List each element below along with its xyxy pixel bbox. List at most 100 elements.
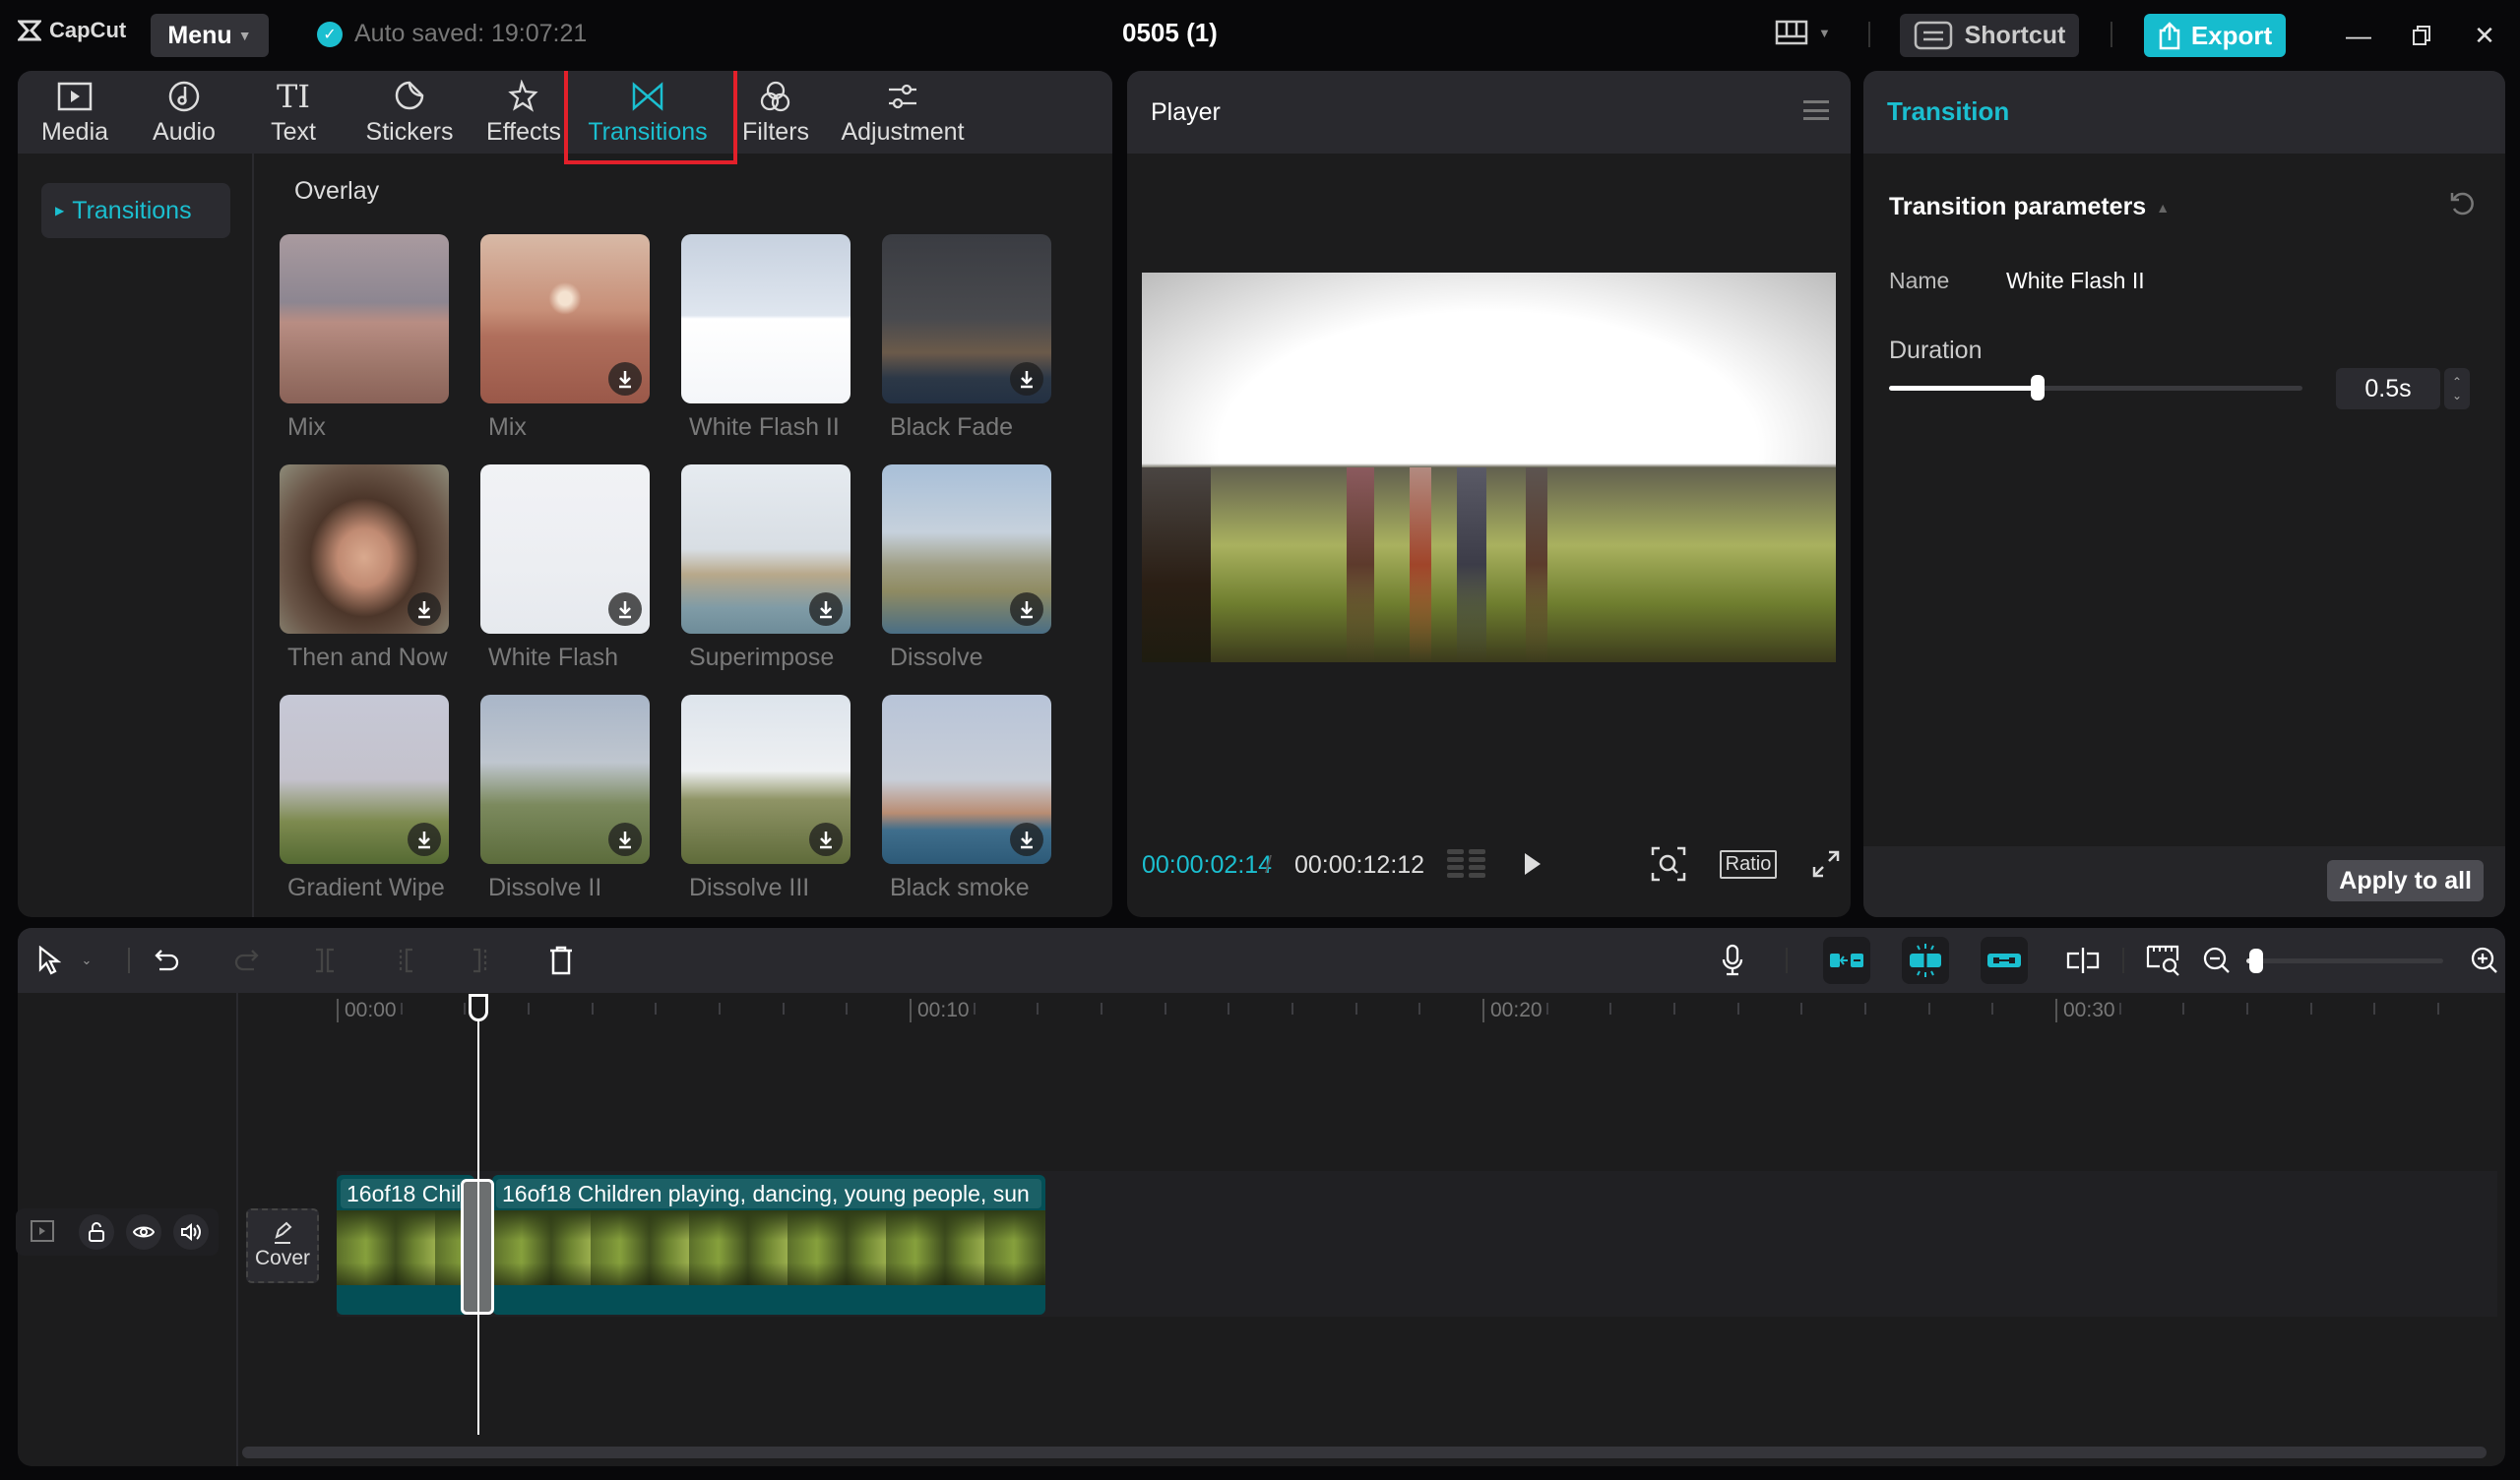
waveform-meter-icon [1447, 849, 1485, 878]
cover-button[interactable]: Cover [246, 1208, 319, 1283]
transition-card-then-and-now[interactable] [280, 464, 449, 634]
fullscreen-button[interactable] [1806, 844, 1846, 884]
track-type-button[interactable] [30, 1218, 55, 1244]
redo-button[interactable] [226, 941, 266, 980]
timeline-horizontal-scrollbar[interactable] [242, 1447, 2487, 1458]
layout-button[interactable]: ▼ [1775, 20, 1831, 45]
delete-button[interactable] [541, 941, 581, 980]
player-menu-button[interactable] [1803, 100, 1829, 120]
zoom-to-fit-button[interactable] [2144, 941, 2183, 980]
transition-card-black-smoke[interactable] [882, 695, 1051, 864]
trim-left-button[interactable] [384, 941, 423, 980]
duration-slider-handle[interactable] [2031, 375, 2046, 401]
transition-card-dissolve-iii[interactable] [681, 695, 850, 864]
close-button[interactable]: ✕ [2465, 16, 2504, 55]
auto-snap-toggle[interactable] [1902, 937, 1949, 984]
shortcut-button[interactable]: Shortcut [1900, 14, 2079, 57]
menu-button[interactable]: Menu ▼ [151, 14, 269, 57]
download-button[interactable] [408, 592, 441, 626]
download-button[interactable] [1010, 362, 1043, 396]
clip-filmstrip [337, 1210, 474, 1285]
trim-left-icon [399, 948, 412, 973]
download-button[interactable] [1010, 592, 1043, 626]
video-clip[interactable]: 16of18 Children playing, dancing, young … [492, 1175, 1045, 1315]
video-clip[interactable]: 16of18 Children playing, dancing, young … [337, 1175, 474, 1315]
tab-text[interactable]: TI Text [254, 71, 333, 154]
playhead-line[interactable] [477, 1002, 479, 1435]
transition-card-white-flash-ii[interactable] [681, 234, 850, 403]
download-button[interactable] [1010, 823, 1043, 856]
preview-streak [1526, 467, 1547, 662]
ratio-button[interactable]: Ratio [1714, 844, 1783, 884]
select-tool-dropdown[interactable]: ⌄ [75, 941, 98, 980]
ruler-tick [1736, 1003, 1739, 1015]
download-button[interactable] [608, 362, 642, 396]
tab-stickers[interactable]: Stickers [358, 71, 461, 154]
sidebar-item-transitions[interactable]: ▶ Transitions [41, 183, 230, 238]
transition-card-superimpose[interactable] [681, 464, 850, 634]
transition-card-gradient-wipe[interactable] [280, 695, 449, 864]
properties-tab-transition[interactable]: Transition [1887, 96, 2009, 127]
download-button[interactable] [608, 592, 642, 626]
tab-label: Stickers [365, 117, 454, 146]
minimize-button[interactable]: — [2339, 16, 2378, 55]
tab-label: Audio [153, 117, 216, 146]
download-button[interactable] [809, 592, 843, 626]
video-preview[interactable] [1142, 273, 1836, 662]
transition-card-dissolve[interactable] [882, 464, 1051, 634]
transition-card-mix[interactable] [280, 234, 449, 403]
reset-button[interactable] [2448, 189, 2476, 218]
mute-track-button[interactable] [173, 1214, 209, 1250]
transition-card-black-fade[interactable] [882, 234, 1051, 403]
export-button[interactable]: Export [2144, 14, 2286, 57]
duration-slider[interactable] [1889, 375, 2302, 401]
audio-meter-button[interactable] [1444, 844, 1489, 884]
record-audio-button[interactable] [1713, 941, 1752, 980]
select-tool-button[interactable] [30, 941, 69, 980]
trim-right-button[interactable] [463, 941, 502, 980]
ruler-label: 00:00 [337, 999, 397, 1022]
tab-audio[interactable]: Audio [140, 71, 228, 154]
zoom-preview-button[interactable] [1649, 844, 1688, 884]
preview-axis-button[interactable] [2063, 941, 2103, 980]
zoom-in-button[interactable] [2465, 941, 2504, 980]
timeline-zoom-slider[interactable] [2246, 949, 2443, 973]
name-label: Name [1889, 268, 1950, 293]
download-button[interactable] [809, 823, 843, 856]
restore-button[interactable] [2402, 16, 2441, 55]
ruler-tick [2373, 1003, 2376, 1015]
lock-track-button[interactable] [79, 1214, 114, 1250]
split-button[interactable] [305, 941, 345, 980]
tab-filters[interactable]: Filters [736, 71, 815, 154]
linkage-toggle[interactable] [1981, 937, 2028, 984]
transition-label: White Flash II [689, 413, 840, 441]
divider [2122, 948, 2124, 973]
section-toggle[interactable]: Transition parameters ▲ [1889, 193, 2170, 221]
transition-card-white-flash[interactable] [480, 464, 650, 634]
transition-card-mix-2[interactable] [480, 234, 650, 403]
undo-button[interactable] [148, 941, 187, 980]
tab-effects[interactable]: Effects [478, 71, 569, 154]
play-button[interactable] [1513, 844, 1552, 884]
timeline-zoom-handle[interactable] [2249, 949, 2263, 973]
tab-transitions[interactable]: Transitions [581, 71, 715, 154]
hide-track-button[interactable] [126, 1214, 161, 1250]
playhead-handle[interactable] [469, 994, 488, 1021]
apply-to-all-button[interactable]: Apply to all [2327, 860, 2484, 901]
download-button[interactable] [408, 823, 441, 856]
download-icon [418, 832, 430, 849]
ruler-tick [1800, 1003, 1803, 1015]
duration-input[interactable]: 0.5s [2336, 368, 2440, 409]
duration-stepper[interactable]: ⌃ ⌄ [2444, 368, 2470, 409]
document-title: 0505 (1) [1122, 18, 1218, 47]
trim-right-icon [473, 948, 487, 973]
tab-media[interactable]: Media [28, 71, 122, 154]
transition-card-dissolve-ii[interactable] [480, 695, 650, 864]
zoom-out-button[interactable] [2197, 941, 2236, 980]
tab-adjustment[interactable]: Adjustment [831, 71, 975, 154]
download-button[interactable] [608, 823, 642, 856]
stepper-up-icon[interactable]: ⌃ [2452, 375, 2462, 389]
autosave-text: Auto saved: 19:07:21 [354, 20, 588, 47]
main-track-magnet-toggle[interactable] [1823, 937, 1870, 984]
stepper-down-icon[interactable]: ⌄ [2452, 389, 2462, 402]
